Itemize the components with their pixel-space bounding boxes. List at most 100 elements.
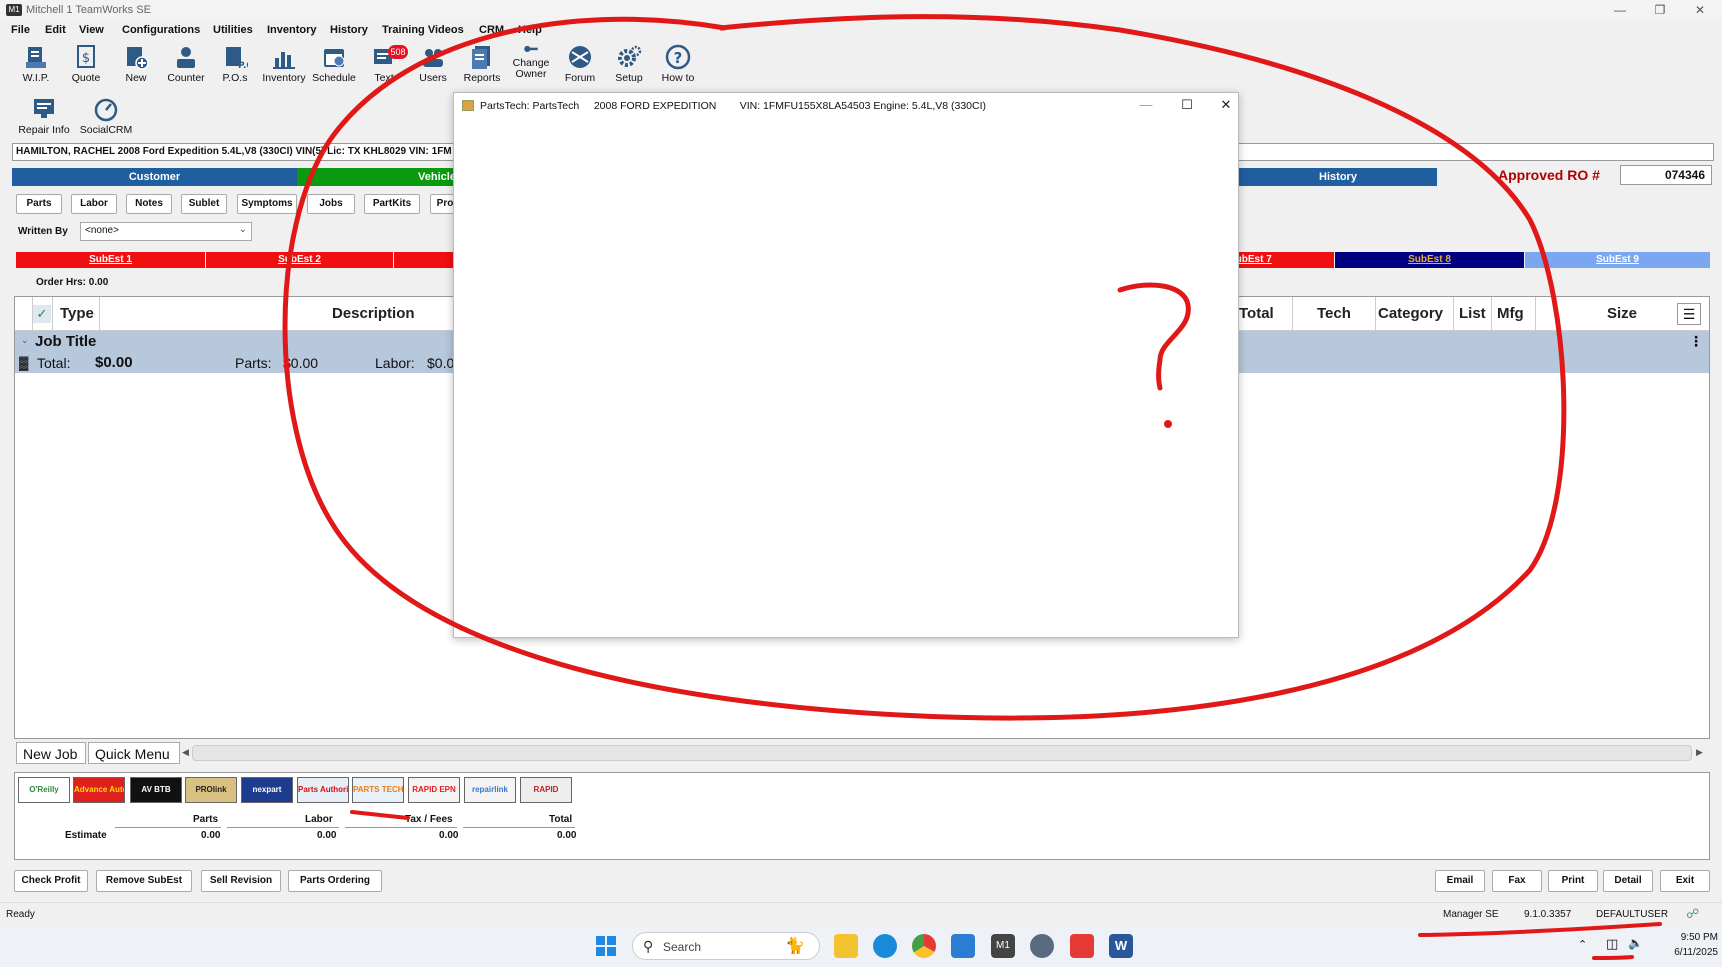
remove-subest-button[interactable]: Remove SubEst <box>96 870 192 892</box>
dialog-minimize-icon[interactable]: — <box>1134 97 1158 113</box>
anydesk-icon[interactable] <box>1070 934 1094 958</box>
summary-labor-value: 0.00 <box>317 830 337 841</box>
vendor-button-4[interactable]: PROlink <box>185 777 237 803</box>
subest-tab-1[interactable]: SubEst 1 <box>16 252 205 268</box>
menu-help[interactable]: Help <box>518 24 542 36</box>
chrome-icon[interactable] <box>912 934 936 958</box>
subest-tab-7[interactable]: SubEst 7 <box>1229 252 1334 268</box>
menu-inventory[interactable]: Inventory <box>267 24 317 36</box>
tab-symptoms[interactable]: Symptoms <box>237 194 297 214</box>
print-button[interactable]: Print <box>1548 870 1598 892</box>
speaker-icon[interactable]: 🔈 <box>1628 936 1643 950</box>
window-title: Mitchell 1 TeamWorks SE <box>26 4 151 16</box>
select-all-checkbox[interactable]: ✓ <box>33 305 51 323</box>
pos-button[interactable]: P.O. P.O.s <box>211 41 259 89</box>
repair-info-button[interactable]: Repair Info <box>16 93 72 141</box>
change-owner-button[interactable]: Change Owner <box>507 41 555 89</box>
menu-crm[interactable]: CRM <box>479 24 504 36</box>
tab-parts[interactable]: Parts <box>16 194 62 214</box>
col-description[interactable]: Description <box>332 305 415 322</box>
settings-icon[interactable] <box>1030 934 1054 958</box>
menu-training-videos[interactable]: Training Videos <box>382 24 464 36</box>
tab-notes[interactable]: Notes <box>126 194 172 214</box>
clock[interactable]: 9:50 PM 6/11/2025 <box>1650 930 1718 960</box>
tab-history[interactable]: History <box>1239 168 1437 186</box>
menu-utilities[interactable]: Utilities <box>213 24 253 36</box>
tab-partkits[interactable]: PartKits <box>364 194 420 214</box>
fax-button[interactable]: Fax <box>1492 870 1542 892</box>
counter-button[interactable]: Counter <box>162 41 210 89</box>
windows-start-icon[interactable] <box>594 934 618 958</box>
edge-icon[interactable] <box>873 934 897 958</box>
subest-tab-9[interactable]: SubEst 9 <box>1525 252 1710 268</box>
quick-menu-tab[interactable]: Quick Menu <box>88 742 180 764</box>
vendor-button-2[interactable]: Advance Auto Parts <box>73 777 125 803</box>
quote-button[interactable]: $ Quote <box>62 41 110 89</box>
vendor-button-5[interactable]: nexpart <box>241 777 293 803</box>
reports-button[interactable]: Reports <box>458 41 506 89</box>
horizontal-scrollbar[interactable] <box>192 745 1692 761</box>
sell-revision-button[interactable]: Sell Revision <box>201 870 281 892</box>
tab-sublet[interactable]: Sublet <box>181 194 227 214</box>
word-icon[interactable]: W <box>1109 934 1133 958</box>
mitchell-taskbar-icon[interactable]: M1 <box>991 934 1015 958</box>
new-button[interactable]: New <box>112 41 160 89</box>
subest-tab-8[interactable]: SubEst 8 <box>1335 252 1524 268</box>
new-job-tab[interactable]: New Job <box>16 742 86 764</box>
vendor-button-9[interactable]: repairlink <box>464 777 516 803</box>
parts-ordering-button[interactable]: Parts Ordering <box>288 870 382 892</box>
col-mfg[interactable]: Mfg <box>1497 305 1524 322</box>
col-size[interactable]: Size <box>1607 305 1637 322</box>
subest-tab-3[interactable] <box>394 252 454 268</box>
detail-button[interactable]: Detail <box>1603 870 1653 892</box>
close-icon[interactable]: ✕ <box>1684 2 1716 18</box>
written-by-select[interactable]: <none> ⌄ <box>80 222 252 241</box>
exit-button[interactable]: Exit <box>1660 870 1710 892</box>
minimize-icon[interactable]: — <box>1604 2 1636 18</box>
vendor-button-7[interactable]: PARTS TECH <box>352 777 404 803</box>
collapse-icon[interactable]: ⌄ <box>21 335 29 346</box>
menu-file[interactable]: File <box>11 24 30 36</box>
vendor-button-6[interactable]: Parts Authority IMC WW <box>297 777 349 803</box>
col-category[interactable]: Category <box>1378 305 1443 322</box>
tab-labor[interactable]: Labor <box>71 194 117 214</box>
display-icon[interactable]: ◫ <box>1606 936 1618 952</box>
col-tech[interactable]: Tech <box>1317 305 1351 322</box>
vendor-button-8[interactable]: RAPID EPN <box>408 777 460 803</box>
tab-jobs[interactable]: Jobs <box>307 194 355 214</box>
vendor-button-1[interactable]: O'Reilly <box>18 777 70 803</box>
row-menu-icon[interactable]: ⋮ <box>1689 333 1703 350</box>
menu-configurations[interactable]: Configurations <box>122 24 200 36</box>
show-hidden-icons-icon[interactable]: ⌃ <box>1578 938 1587 951</box>
outlook-icon[interactable] <box>951 934 975 958</box>
dialog-maximize-icon[interactable]: ☐ <box>1175 97 1199 113</box>
col-total[interactable]: Total <box>1239 305 1274 322</box>
inventory-button[interactable]: Inventory <box>260 41 308 89</box>
menu-history[interactable]: History <box>330 24 368 36</box>
menu-view[interactable]: View <box>79 24 104 36</box>
socialcrm-button[interactable]: SocialCRM <box>78 93 134 141</box>
tab-customer[interactable]: Customer <box>12 168 297 186</box>
wip-button[interactable]: W.I.P. <box>12 41 60 89</box>
menu-edit[interactable]: Edit <box>45 24 66 36</box>
scroll-right-icon[interactable]: ▶ <box>1696 747 1703 758</box>
email-button[interactable]: Email <box>1435 870 1485 892</box>
vendor-button-10[interactable]: RAPID <box>520 777 572 803</box>
socialcrm-label: SocialCRM <box>79 124 133 136</box>
setup-button[interactable]: Setup <box>605 41 653 89</box>
vendor-button-3[interactable]: AV BTB <box>130 777 182 803</box>
col-type[interactable]: Type <box>60 305 94 322</box>
dialog-close-icon[interactable]: ✕ <box>1214 97 1238 113</box>
restore-icon[interactable]: ❐ <box>1644 2 1676 18</box>
users-button[interactable]: Users <box>409 41 457 89</box>
col-list[interactable]: List <box>1459 305 1486 322</box>
check-profit-button[interactable]: Check Profit <box>14 870 88 892</box>
file-explorer-icon[interactable] <box>834 934 858 958</box>
column-chooser-icon[interactable]: ☰ <box>1677 303 1701 325</box>
forum-button[interactable]: Forum <box>556 41 604 89</box>
how-to-button[interactable]: ? How to <box>654 41 702 89</box>
schedule-button[interactable]: Schedule <box>310 41 358 89</box>
scroll-left-icon[interactable]: ◀ <box>182 747 189 758</box>
subest-tab-2[interactable]: SubEst 2 <box>206 252 393 268</box>
taskbar-search[interactable]: ⚲ Search 🐈 <box>632 932 820 960</box>
